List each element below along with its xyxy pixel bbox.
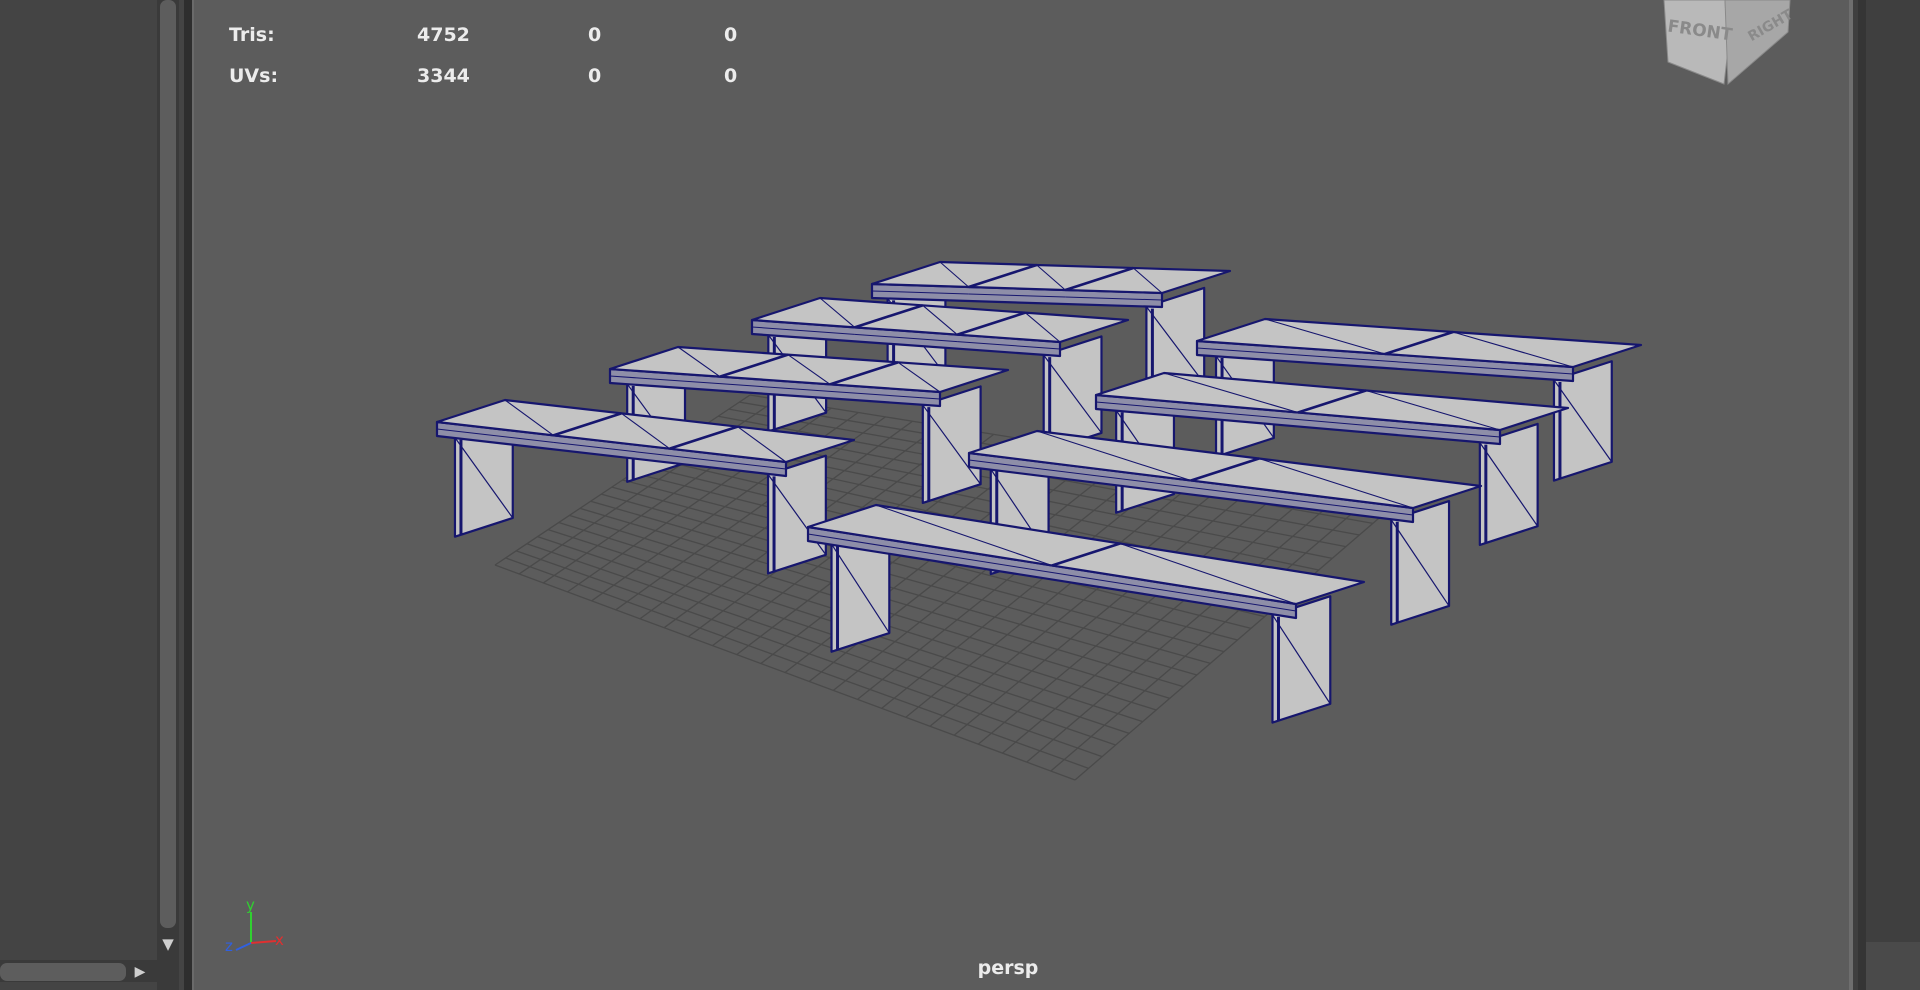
viewport-scene: FRONT RIGHT y x z <box>225 0 1796 955</box>
bench-mesh <box>435 398 856 575</box>
bench-meshes[interactable] <box>435 260 1643 724</box>
axis-y-label: y <box>246 896 255 914</box>
camera-name-label: persp <box>977 957 1039 979</box>
axis-gizmo: y x z <box>225 896 284 955</box>
axis-z-label: z <box>225 937 233 955</box>
view-cube[interactable]: FRONT RIGHT <box>1663 0 1796 86</box>
axis-x-label: x <box>275 931 284 949</box>
grid-line <box>1002 486 1320 754</box>
